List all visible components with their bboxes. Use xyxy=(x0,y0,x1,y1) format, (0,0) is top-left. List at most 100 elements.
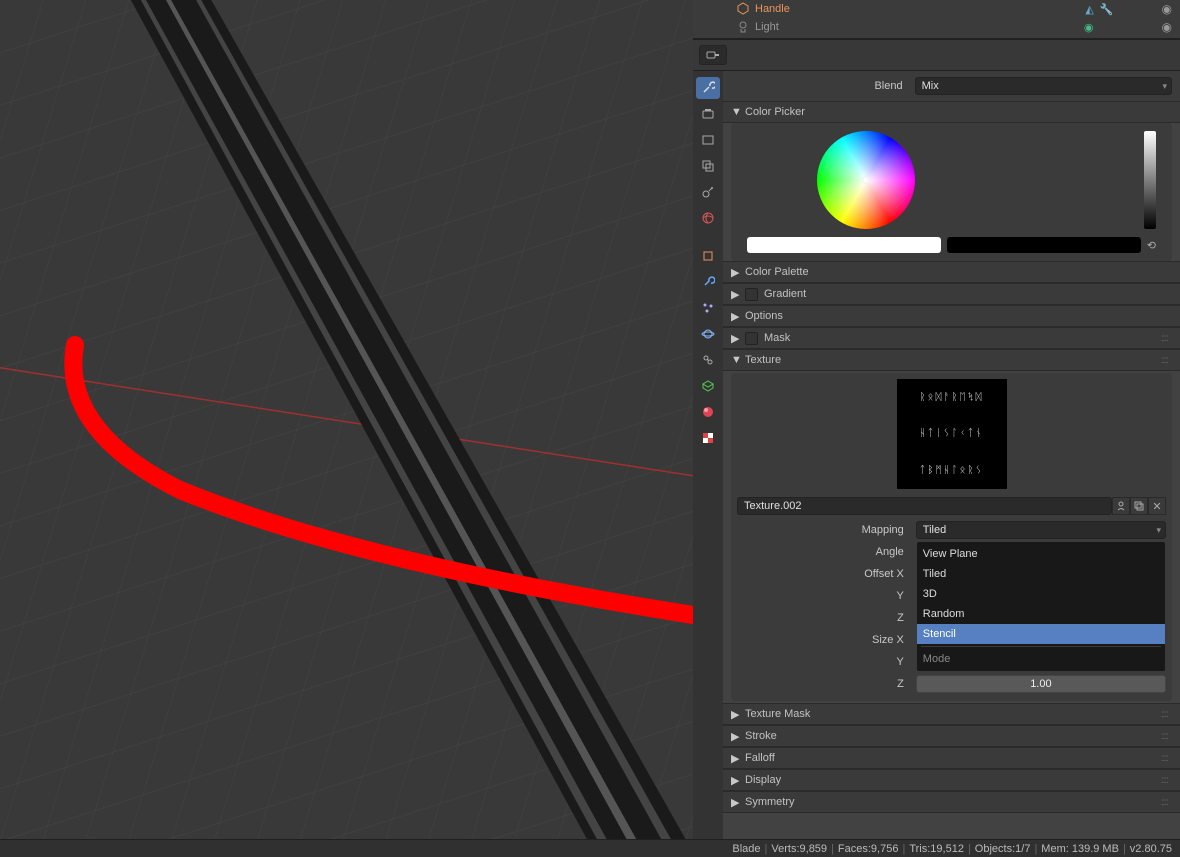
chevron-right-icon: ▶ xyxy=(731,730,741,743)
size-z-field[interactable]: 1.00 xyxy=(916,675,1166,693)
chevron-down-icon: ▼ xyxy=(731,354,741,366)
offset-z-label: Z xyxy=(737,612,916,624)
outliner-row-handle[interactable]: Handle ◭ 🔧 ◉ xyxy=(701,0,1172,18)
unlink-texture-button[interactable]: ✕ xyxy=(1148,497,1166,515)
rune-line: ᚺᛏᛁᛊᛚᚲᛏᚾ xyxy=(920,428,984,439)
drag-handle-icon[interactable]: :::: xyxy=(1161,753,1172,764)
properties-panels: Blend Mix ▼ Color Picker xyxy=(723,71,1180,839)
blend-row: Blend Mix xyxy=(723,71,1180,101)
chevron-right-icon: ▶ xyxy=(731,752,741,765)
tab-active-tool[interactable] xyxy=(696,77,720,99)
panel-title: Stroke xyxy=(745,730,777,742)
mapping-dropdown-footer: Mode xyxy=(917,649,1165,669)
panel-title: Falloff xyxy=(745,752,775,764)
blend-dropdown[interactable]: Mix xyxy=(915,77,1172,95)
mapping-option-random[interactable]: Random xyxy=(917,604,1165,624)
tab-data[interactable] xyxy=(696,375,720,397)
visibility-toggle-icon[interactable]: ◉ xyxy=(1162,2,1172,16)
mesh-data-icon[interactable]: ◭ xyxy=(1085,3,1093,16)
mapping-row: Mapping Tiled View Plane Tiled 3D Random… xyxy=(737,519,1166,541)
texture-name-field[interactable]: Texture.002 xyxy=(737,497,1112,515)
color-primary[interactable] xyxy=(747,237,941,253)
panel-header-texture[interactable]: ▼ Texture :::: xyxy=(723,349,1180,371)
tab-physics[interactable] xyxy=(696,323,720,345)
tab-output[interactable] xyxy=(696,129,720,151)
chevron-right-icon: ▶ xyxy=(731,774,741,787)
viewport-3d[interactable] xyxy=(0,0,693,839)
mapping-option-tiled[interactable]: Tiled xyxy=(917,564,1165,584)
panel-header-display[interactable]: ▶ Display :::: xyxy=(723,769,1180,791)
color-secondary[interactable] xyxy=(947,237,1141,253)
status-faces: Faces:9,756 xyxy=(838,843,899,855)
drag-handle-icon[interactable]: :::: xyxy=(1161,731,1172,742)
dropdown-separator xyxy=(921,646,1161,647)
color-picker-body: ⟲ xyxy=(731,123,1172,261)
tab-scene[interactable] xyxy=(696,181,720,203)
panel-header-falloff[interactable]: ▶ Falloff :::: xyxy=(723,747,1180,769)
mapping-dropdown-popup: View Plane Tiled 3D Random Stencil Mode xyxy=(916,541,1166,672)
light-data-icon[interactable]: ◉ xyxy=(1084,21,1094,34)
status-object: Blade xyxy=(732,843,760,855)
drag-handle-icon[interactable]: :::: xyxy=(1161,709,1172,720)
size-y-label: Y xyxy=(737,656,916,668)
mapping-dropdown[interactable]: Tiled xyxy=(916,521,1166,539)
panel-header-options[interactable]: ▶ Options xyxy=(723,305,1180,327)
tab-material[interactable] xyxy=(696,401,720,423)
status-tris: Tris:19,512 xyxy=(909,843,964,855)
drag-handle-icon[interactable]: :::: xyxy=(1161,797,1172,808)
mesh-icon xyxy=(735,1,751,17)
outliner-item-label: Light xyxy=(755,21,1080,33)
modifier-icon[interactable]: 🔧 xyxy=(1100,3,1114,16)
drag-handle-icon[interactable]: :::: xyxy=(1161,355,1172,366)
swap-colors-icon[interactable]: ⟲ xyxy=(1147,239,1156,252)
panel-header-mask[interactable]: ▶ Mask :::: xyxy=(723,327,1180,349)
texture-preview[interactable]: ᚱᛟᛞᚨᚱᛖᛪᛞ ᚺᛏᛁᛊᛚᚲᛏᚾ ᛏᛒᛗᚺᛚᛟᚱᛊ xyxy=(897,379,1007,489)
new-texture-button[interactable] xyxy=(1130,497,1148,515)
color-wheel[interactable] xyxy=(817,131,915,229)
rune-line: ᛏᛒᛗᚺᛚᛟᚱᛊ xyxy=(920,465,984,476)
texture-panel-body: ᚱᛟᛞᚨᚱᛖᛪᛞ ᚺᛏᛁᛊᛚᚲᛏᚾ ᛏᛒᛗᚺᛚᛟᚱᛊ Texture.002 ✕… xyxy=(731,373,1172,701)
properties-tab-column xyxy=(693,71,723,839)
chevron-right-icon: ▶ xyxy=(731,266,741,279)
size-z-label: Z xyxy=(737,678,916,690)
drag-handle-icon[interactable]: :::: xyxy=(1161,333,1172,344)
chevron-right-icon: ▶ xyxy=(731,288,741,301)
mapping-option-3d[interactable]: 3D xyxy=(917,584,1165,604)
tab-render[interactable] xyxy=(696,103,720,125)
rune-line: ᚱᛟᛞᚨᚱᛖᛪᛞ xyxy=(920,392,984,403)
blend-label: Blend xyxy=(731,80,915,92)
panel-title: Color Palette xyxy=(745,266,809,278)
chevron-right-icon: ▶ xyxy=(731,796,741,809)
tab-modifier[interactable] xyxy=(696,271,720,293)
mapping-option-stencil[interactable]: Stencil xyxy=(917,624,1165,644)
panel-header-stroke[interactable]: ▶ Stroke :::: xyxy=(723,725,1180,747)
fake-user-button[interactable] xyxy=(1112,497,1130,515)
pin-button[interactable] xyxy=(699,45,727,65)
panel-header-symmetry[interactable]: ▶ Symmetry :::: xyxy=(723,791,1180,813)
tab-texture[interactable] xyxy=(696,427,720,449)
tab-constraints[interactable] xyxy=(696,349,720,371)
value-slider[interactable] xyxy=(1144,131,1156,229)
chevron-down-icon: ▼ xyxy=(731,106,741,118)
tab-world[interactable] xyxy=(696,207,720,229)
panel-header-gradient[interactable]: ▶ Gradient xyxy=(723,283,1180,305)
tab-particles[interactable] xyxy=(696,297,720,319)
properties-header xyxy=(693,38,1180,70)
viewport-scene xyxy=(0,0,693,839)
panel-header-color-picker[interactable]: ▼ Color Picker xyxy=(723,101,1180,123)
outliner-row-light[interactable]: Light ◉ ◉ xyxy=(701,18,1172,36)
panel-title: Texture Mask xyxy=(745,708,810,720)
gradient-checkbox[interactable] xyxy=(745,288,758,301)
outliner-item-label: Handle xyxy=(755,3,1081,15)
visibility-toggle-icon[interactable]: ◉ xyxy=(1162,20,1172,34)
panel-header-color-palette[interactable]: ▶ Color Palette xyxy=(723,261,1180,283)
panel-title: Gradient xyxy=(764,288,806,300)
drag-handle-icon[interactable]: :::: xyxy=(1161,775,1172,786)
mapping-option-view-plane[interactable]: View Plane xyxy=(917,544,1165,564)
tab-view-layer[interactable] xyxy=(696,155,720,177)
mask-checkbox[interactable] xyxy=(745,332,758,345)
status-bar: Blade| Verts:9,859| Faces:9,756| Tris:19… xyxy=(0,839,1180,857)
panel-header-texture-mask[interactable]: ▶ Texture Mask :::: xyxy=(723,703,1180,725)
outliner[interactable]: Handle ◭ 🔧 ◉ Light ◉ ◉ xyxy=(693,0,1180,38)
tab-object[interactable] xyxy=(696,245,720,267)
